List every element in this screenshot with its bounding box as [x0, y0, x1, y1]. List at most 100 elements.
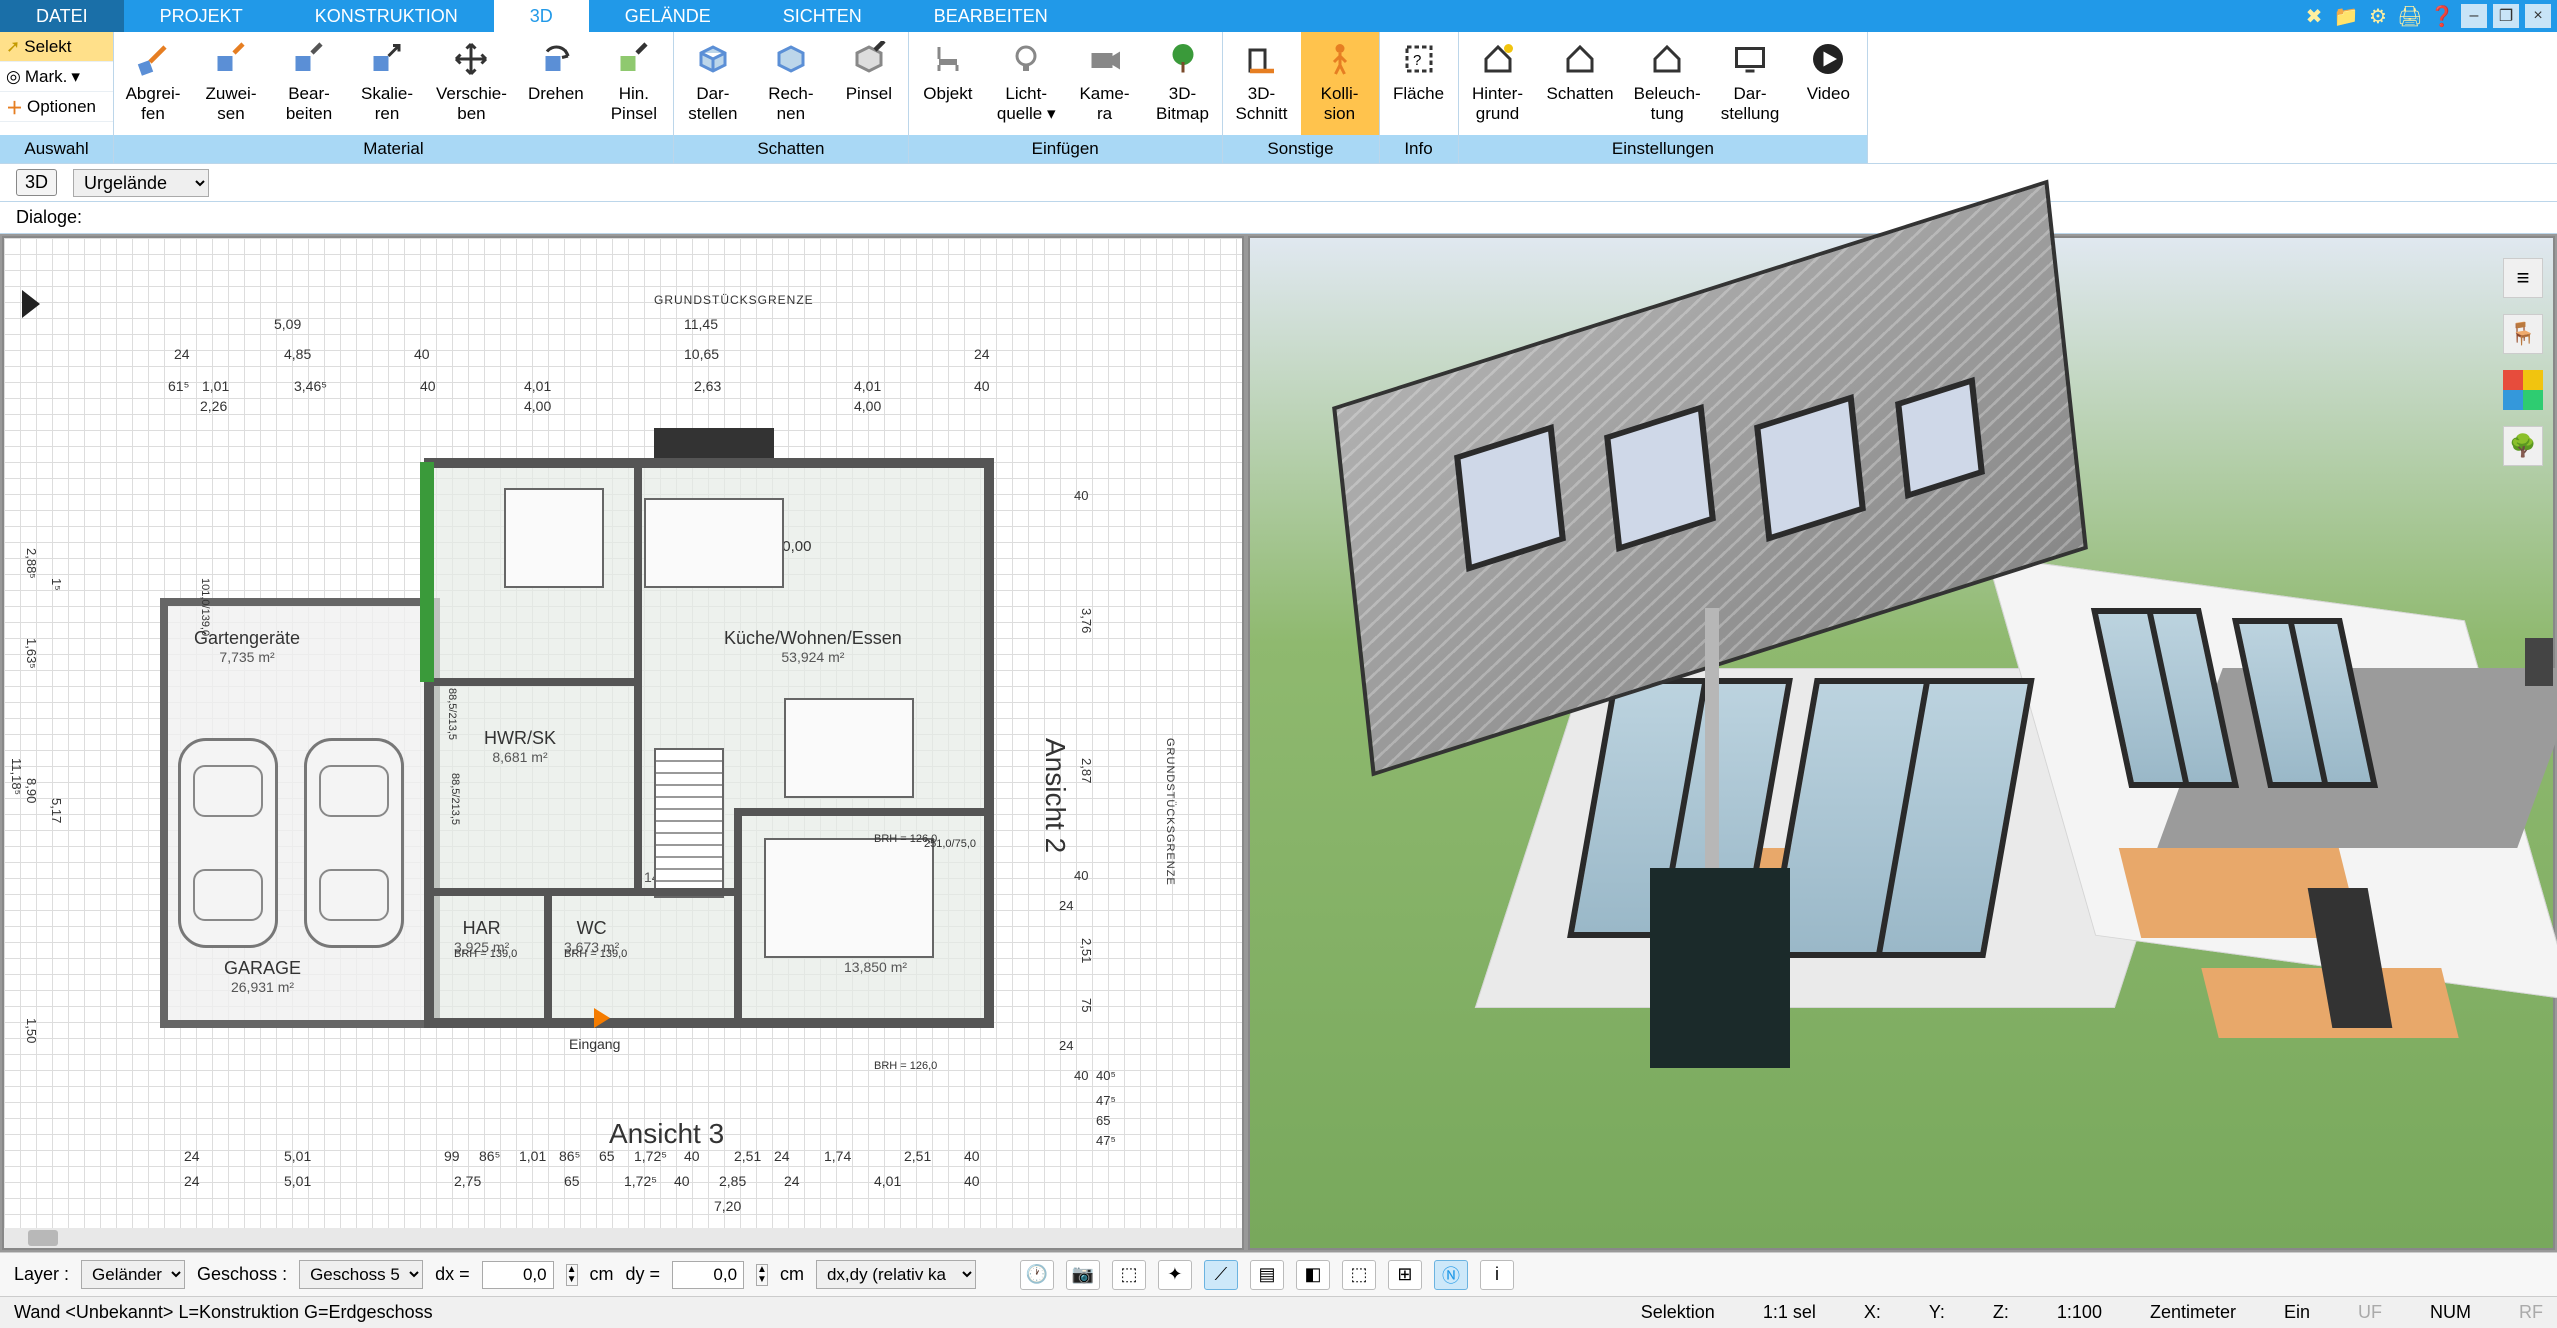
expand-panel-handle[interactable] [22, 290, 40, 318]
layers-button[interactable]: ▤ [1250, 1260, 1284, 1290]
btn-zuweisen[interactable]: Zuwei-sen [192, 32, 270, 135]
colors-tool[interactable] [2503, 370, 2543, 410]
kitchen-counter [504, 488, 604, 588]
menu-projekt[interactable]: PROJEKT [124, 0, 279, 32]
floorplan-view[interactable]: GRUNDSTÜCKSGRENZE 5,09 11,45 24 4,85 40 … [2, 236, 1244, 1250]
menu-datei[interactable]: DATEI [0, 0, 124, 32]
geschoss-select[interactable]: Geschoss 5 [299, 1260, 423, 1289]
coord-mode-select[interactable]: dx,dy (relativ ka [816, 1260, 976, 1289]
dim: 40 [974, 378, 990, 394]
side-panel-handle[interactable] [2525, 638, 2553, 686]
dim: 8,90 [24, 778, 39, 803]
brh: BRH = 139,0 [454, 948, 517, 960]
terrain-select[interactable]: Urgelände [73, 169, 209, 197]
btn-schatten2[interactable]: Schatten [1537, 32, 1624, 135]
area-icon: ? [1398, 38, 1440, 80]
dim: 4,00 [854, 398, 881, 414]
info-button[interactable]: i [1480, 1260, 1514, 1290]
mark-mode-button[interactable]: ◎ Mark.▾ [0, 62, 113, 92]
layer-select[interactable]: Geländer [81, 1260, 185, 1289]
furniture-tool[interactable]: 🪑 [2503, 314, 2543, 354]
btn-hintergrund[interactable]: Hinter-grund [1459, 32, 1537, 135]
btn-3dbitmap[interactable]: 3D-Bitmap [1144, 32, 1222, 135]
ortho-button[interactable]: ⟋ [1204, 1260, 1238, 1290]
btn-drehen[interactable]: Drehen [517, 32, 595, 135]
btn-lichtquelle[interactable]: Licht-quelle ▾ [987, 32, 1066, 135]
group-sonstige-label: Sonstige [1223, 135, 1379, 163]
grid-button[interactable]: ⊞ [1388, 1260, 1422, 1290]
btn-3dschnitt[interactable]: 3D-Schnitt [1223, 32, 1301, 135]
wireframe-button[interactable]: ⬚ [1342, 1260, 1376, 1290]
view-3-label: Ansicht 3 [609, 1118, 724, 1150]
btn-hinpinsel[interactable]: Hin.Pinsel [595, 32, 673, 135]
dim: 5,09 [274, 316, 301, 332]
tool-icon[interactable]: ✖ [2301, 4, 2327, 28]
btn-beleuchtung[interactable]: Beleuch-tung [1624, 32, 1711, 135]
restore-button[interactable]: ❐ [2493, 4, 2519, 28]
snap-button[interactable]: ✦ [1158, 1260, 1192, 1290]
wall [434, 678, 634, 686]
dx-input[interactable] [482, 1261, 554, 1289]
3d-view[interactable]: ≡ 🪑 🌳 [1248, 236, 2555, 1250]
dim: 1,50 [24, 1018, 39, 1043]
select-mode-button[interactable]: ➚ Selekt [0, 32, 113, 62]
dialog-label: Dialoge: [16, 207, 82, 228]
btn-kamera[interactable]: Kame-ra [1066, 32, 1144, 135]
sofa [784, 698, 914, 798]
dy-spinner[interactable]: ▲▼ [756, 1264, 768, 1286]
layers-tool[interactable]: ≡ [2503, 258, 2543, 298]
dy-input[interactable] [672, 1261, 744, 1289]
menu-konstruktion[interactable]: KONSTRUKTION [279, 0, 494, 32]
dim: 65 [564, 1173, 580, 1189]
scroll-thumb[interactable] [28, 1230, 58, 1246]
settings-icon[interactable]: ⚙ [2365, 4, 2391, 28]
minimize-button[interactable]: – [2461, 4, 2487, 28]
dx-spinner[interactable]: ▲▼ [566, 1264, 578, 1286]
ribbon-group-auswahl: ➚ Selekt ◎ Mark.▾ ＋ Optionen Auswahl [0, 32, 114, 163]
group-button[interactable]: ⬚ [1112, 1260, 1146, 1290]
north-button[interactable]: Ⓝ [1434, 1260, 1468, 1290]
folder-icon[interactable]: 📁 [2333, 4, 2359, 28]
dim: 1,74 [824, 1148, 851, 1164]
wall [734, 808, 994, 816]
floorplan: Gartengeräte7,735 m² GARAGE26,931 m² HWR… [164, 468, 994, 1028]
btn-abgreifen[interactable]: Abgrei-fen [114, 32, 192, 135]
btn-verschieben[interactable]: Verschie-ben [426, 32, 517, 135]
dim: 65 [599, 1148, 615, 1164]
play-icon [1807, 38, 1849, 80]
close-button[interactable]: × [2525, 4, 2551, 28]
options-button[interactable]: ＋ Optionen [0, 92, 113, 122]
group-einstellungen-label: Einstellungen [1459, 135, 1868, 163]
btn-pinsel[interactable]: Pinsel [830, 32, 908, 135]
print-icon[interactable]: 🖨 [2397, 4, 2423, 28]
wall [634, 464, 642, 894]
ribbon-group-einfuegen: Objekt Licht-quelle ▾ Kame-ra 3D-Bitmap … [909, 32, 1223, 163]
menu-sichten[interactable]: SICHTEN [747, 0, 898, 32]
btn-darstellen[interactable]: Dar-stellen [674, 32, 752, 135]
cursor-icon: ➚ [6, 37, 20, 57]
btn-skalieren[interactable]: Skalie-ren [348, 32, 426, 135]
dim: 5,01 [284, 1173, 311, 1189]
clock-button[interactable]: 🕐 [1020, 1260, 1054, 1290]
menu-gelaende[interactable]: GELÄNDE [589, 0, 747, 32]
horizontal-scrollbar[interactable] [4, 1228, 1242, 1248]
btn-bearbeiten[interactable]: Bear-beiten [270, 32, 348, 135]
help-icon[interactable]: ❓ [2429, 4, 2455, 28]
btn-rechnen[interactable]: Rech-nen [752, 32, 830, 135]
monitor-icon [1729, 38, 1771, 80]
btn-video[interactable]: Video [1789, 32, 1867, 135]
dim: 2,51 [904, 1148, 931, 1164]
btn-flaeche[interactable]: ?Fläche [1380, 32, 1458, 135]
menu-3d[interactable]: 3D [494, 0, 589, 32]
camera-button[interactable]: 📷 [1066, 1260, 1100, 1290]
dim: 24 [774, 1148, 790, 1164]
btn-kollision[interactable]: Kolli-sion [1301, 32, 1379, 135]
dim: 99 [444, 1148, 460, 1164]
plant-tool[interactable]: 🌳 [2503, 426, 2543, 466]
entrance-arrow-icon [594, 1008, 610, 1028]
transparency-button[interactable]: ◧ [1296, 1260, 1330, 1290]
layer-label: Layer : [14, 1264, 69, 1285]
menu-bearbeiten[interactable]: BEARBEITEN [898, 0, 1084, 32]
btn-darstellung[interactable]: Dar-stellung [1711, 32, 1790, 135]
btn-objekt[interactable]: Objekt [909, 32, 987, 135]
